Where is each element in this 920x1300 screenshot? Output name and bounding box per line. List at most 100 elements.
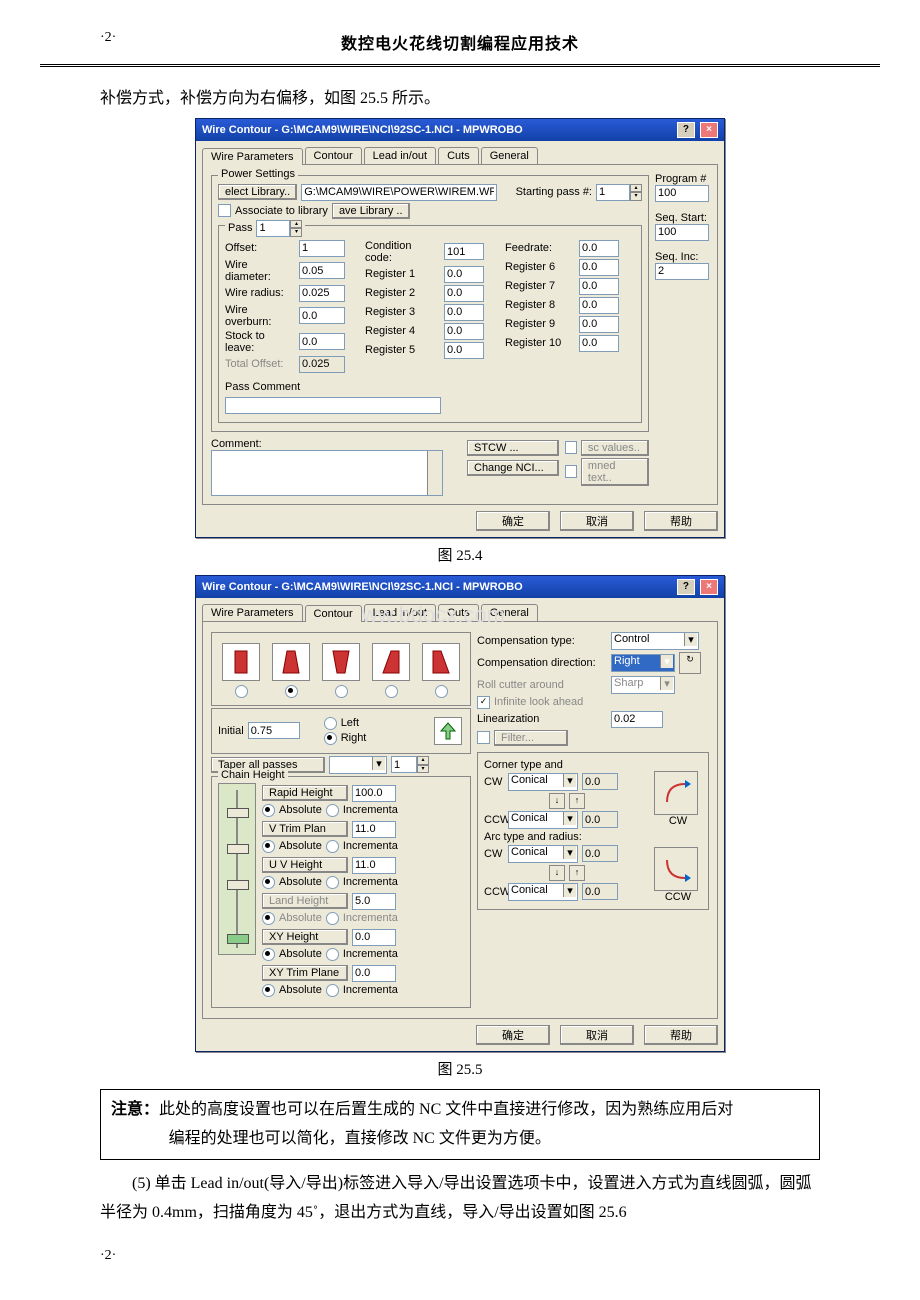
register-4-input[interactable] [444,323,484,340]
tab-lead-inout[interactable]: Lead in/out [364,604,436,621]
cancel-button[interactable]: 取消 [560,511,634,531]
infinite-look-ahead-checkbox[interactable]: ✓ [477,696,490,709]
corner-ccw-select[interactable]: Conical [508,811,578,829]
register-8-input[interactable] [579,297,619,314]
stcw-button[interactable]: STCW ... [467,440,559,456]
inc-radio-4[interactable] [326,948,339,961]
tab-general[interactable]: General [481,147,538,164]
inc-radio-1[interactable] [326,840,339,853]
help-button[interactable]: 帮助 [644,511,718,531]
height-slider[interactable] [218,783,256,955]
shape-radio-2[interactable] [285,685,298,698]
down-icon[interactable]: ↓ [549,793,565,809]
offset-input[interactable] [299,240,345,257]
wire-diameter-input[interactable] [299,262,345,279]
tab-cuts[interactable]: Cuts [438,604,479,621]
inc-radio-5[interactable] [326,984,339,997]
feedrate-input[interactable] [579,240,619,257]
height-row-input-5[interactable] [352,965,396,982]
shape-icon-5[interactable] [422,643,460,681]
height-row-input-1[interactable] [352,821,396,838]
taper-stepper[interactable]: ▴▾ [391,756,429,773]
pass-comment-input[interactable] [225,397,441,414]
comp-dir-select[interactable]: Right [611,654,675,672]
height-row-btn-1[interactable]: V Trim Plan [262,821,348,837]
condition-code-input[interactable] [444,243,484,260]
register-2-input[interactable] [444,285,484,302]
seq-inc-input[interactable] [655,263,709,280]
shape-radio-4[interactable] [385,685,398,698]
shape-radio-3[interactable] [335,685,348,698]
inc-radio-0[interactable] [326,804,339,817]
close-icon[interactable]: × [700,122,718,138]
corner-cw-select[interactable]: Conical [508,773,578,791]
starting-pass-stepper[interactable]: ▴▾ [596,184,642,201]
associate-library-checkbox[interactable] [218,204,231,217]
help-icon[interactable]: ? [677,579,695,595]
abs-radio-5[interactable] [262,984,275,997]
height-row-btn-0[interactable]: Rapid Height [262,785,348,801]
abs-radio-1[interactable] [262,840,275,853]
scrollbar[interactable] [427,451,442,495]
comment-textarea[interactable] [211,450,443,496]
tab-lead-inout[interactable]: Lead in/out [364,147,436,164]
height-row-input-4[interactable] [352,929,396,946]
abs-radio-4[interactable] [262,948,275,961]
tab-contour[interactable]: Contour [305,147,362,164]
register-5-input[interactable] [444,342,484,359]
reverse-icon[interactable]: ↻ [679,652,701,674]
tab-wire-parameters[interactable]: Wire Parameters [202,604,303,621]
library-path-input[interactable] [301,184,497,201]
height-row-input-2[interactable] [352,857,396,874]
register-7-input[interactable] [579,278,619,295]
register-6-input[interactable] [579,259,619,276]
left-radio[interactable] [324,717,337,730]
ok-button[interactable]: 确定 [476,1025,550,1045]
initial-input[interactable] [248,722,300,739]
shape-icon-4[interactable] [372,643,410,681]
abs-radio-2[interactable] [262,876,275,889]
cancel-button[interactable]: 取消 [560,1025,634,1045]
help-button[interactable]: 帮助 [644,1025,718,1045]
height-row-btn-5[interactable]: XY Trim Plane [262,965,348,981]
abs-radio-0[interactable] [262,804,275,817]
wire-overburn-input[interactable] [299,307,345,324]
filter-checkbox[interactable] [477,731,490,744]
help-icon[interactable]: ? [677,122,695,138]
stock-to-leave-input[interactable] [299,333,345,350]
arc-cw-select[interactable]: Conical [508,845,578,863]
pass-stepper[interactable]: ▴▾ [256,220,302,237]
height-row-btn-4[interactable]: XY Height [262,929,348,945]
tab-general[interactable]: General [481,604,538,621]
wire-radius-input[interactable] [299,285,345,302]
tab-wire-parameters[interactable]: Wire Parameters [202,148,303,165]
save-library-button[interactable]: ave Library .. [332,203,410,219]
shape-radio-1[interactable] [235,685,248,698]
register-10-input[interactable] [579,335,619,352]
arc-ccw-select[interactable]: Conical [508,883,578,901]
shape-icon-3[interactable] [322,643,360,681]
mned-text-checkbox[interactable] [565,465,577,478]
height-row-input-0[interactable] [352,785,396,802]
right-radio[interactable] [324,732,337,745]
shape-icon-2[interactable] [272,643,310,681]
up-icon[interactable]: ↑ [569,865,585,881]
select-library-button[interactable]: elect Library.. [218,184,297,200]
height-row-input-3[interactable] [352,893,396,910]
down-icon[interactable]: ↓ [549,865,565,881]
shape-icon-1[interactable] [222,643,260,681]
register-1-input[interactable] [444,266,484,283]
up-icon[interactable]: ↑ [569,793,585,809]
comp-type-select[interactable]: Control [611,632,699,650]
program-number-input[interactable] [655,185,709,202]
inc-radio-2[interactable] [326,876,339,889]
linearization-input[interactable] [611,711,663,728]
height-row-btn-2[interactable]: U V Height [262,857,348,873]
taper-select[interactable] [329,756,387,774]
ok-button[interactable]: 确定 [476,511,550,531]
change-nci-button[interactable]: Change NCI... [467,460,559,476]
shape-radio-5[interactable] [435,685,448,698]
sc-values-checkbox[interactable] [565,441,577,454]
close-icon[interactable]: × [700,579,718,595]
tab-contour[interactable]: Contour [305,605,362,622]
